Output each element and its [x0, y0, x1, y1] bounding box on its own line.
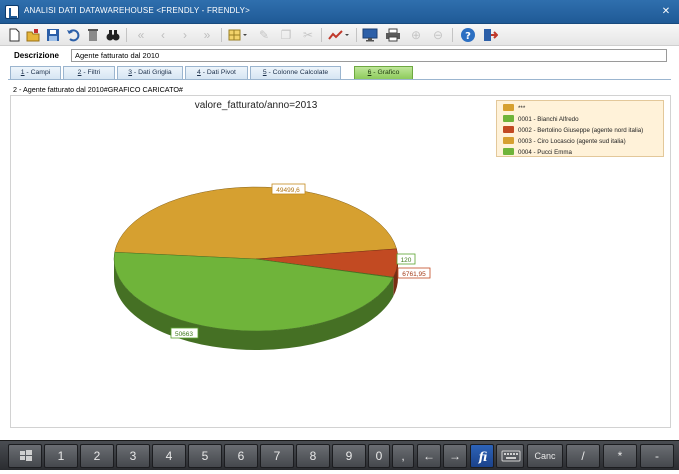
canc-key[interactable]: Canc [527, 444, 563, 468]
next-icon[interactable]: › [177, 27, 193, 43]
zoom-in-icon[interactable]: ⊕ [408, 27, 424, 43]
tab-label: - Colonne Calcolate [267, 69, 329, 76]
title-bar: ANALISI DATI DATAWAREHOUSE <FRENDLY - FR… [0, 0, 679, 24]
arrow-left-key[interactable]: ← [417, 444, 441, 468]
tab-grafico[interactable]: 6 - Grafico [354, 66, 413, 79]
paste-icon[interactable]: ✂ [300, 27, 316, 43]
copy-icon[interactable]: ❐ [278, 27, 294, 43]
legend-item: 0002 - Bertolino Giuseppe (agente nord i… [503, 126, 643, 135]
tab-dati-pivot[interactable]: 4 - Dati Pivot [185, 66, 248, 79]
key-8[interactable]: 8 [296, 444, 330, 468]
key-9[interactable]: 9 [332, 444, 366, 468]
key-multiply[interactable]: * [603, 444, 637, 468]
tab-filtri[interactable]: 2 - Filtri [63, 66, 115, 79]
status-text: 2 - Agente fatturato dal 2010#GRAFICO CA… [13, 85, 183, 94]
tab-label: - Filtri [81, 69, 100, 76]
description-label: Descrizione [14, 51, 59, 60]
toolbar-separator [356, 28, 357, 42]
svg-text:?: ? [465, 31, 471, 42]
data-label-text: 49499,6 [276, 187, 300, 194]
data-label-50663: 50663 [171, 328, 198, 338]
legend-label: 0004 - Pucci Emma [518, 149, 572, 156]
legend-swatch [503, 126, 514, 133]
arrow-right-key[interactable]: → [443, 444, 467, 468]
print-icon[interactable] [385, 27, 401, 43]
app-logo-key[interactable]: fi [470, 444, 494, 468]
data-label-49499: 49499,6 [272, 184, 305, 194]
key-5[interactable]: 5 [188, 444, 222, 468]
monitor-icon[interactable] [362, 27, 378, 43]
tab-dati-griglia[interactable]: 3 - Dati Griglia [117, 66, 183, 79]
save-icon[interactable] [45, 27, 61, 43]
toolbar-separator [221, 28, 222, 42]
tab-campi[interactable]: 1 - Campi [10, 66, 61, 79]
tab-label: - Dati Pivot [201, 69, 236, 76]
toolbar: « ‹ › » ✎ ❐ ✂ ⊕ ⊖ ? [0, 24, 679, 46]
toolbar-separator [321, 28, 322, 42]
grid-dropdown-icon[interactable] [227, 27, 249, 43]
last-icon[interactable]: » [199, 27, 215, 43]
windows-key[interactable] [8, 444, 42, 468]
first-icon[interactable]: « [133, 27, 149, 43]
tab-label: - Dati Griglia [132, 69, 172, 76]
undo-icon[interactable] [65, 27, 81, 43]
keypad-bar: 1 2 3 4 5 6 7 8 9 0 , ← → fi Canc / * - [0, 440, 679, 470]
delete-icon[interactable] [85, 27, 101, 43]
tab-label: - Campi [25, 69, 51, 76]
toolbar-separator [452, 28, 453, 42]
pie-slice [115, 187, 397, 259]
tab-divider [8, 79, 671, 80]
legend-label: 0001 - Bianchi Alfredo [518, 116, 579, 123]
legend-swatch [503, 148, 514, 155]
previous-icon[interactable]: ‹ [155, 27, 171, 43]
key-4[interactable]: 4 [152, 444, 186, 468]
keyboard-icon[interactable] [496, 444, 524, 468]
legend-item: *** [503, 104, 525, 113]
legend-label: *** [518, 105, 525, 112]
legend-swatch [503, 104, 514, 111]
key-7[interactable]: 7 [260, 444, 294, 468]
key-0[interactable]: 0 [368, 444, 390, 468]
key-minus[interactable]: - [640, 444, 674, 468]
chart-title: valore_fatturato/anno=2013 [195, 100, 318, 111]
legend-swatch [503, 137, 514, 144]
legend-label: 0002 - Bertolino Giuseppe (agente nord i… [518, 127, 643, 134]
data-label-text: 6761,95 [402, 271, 426, 278]
chart-dropdown-icon[interactable] [327, 27, 351, 43]
pie-slices [114, 187, 398, 350]
key-2[interactable]: 2 [80, 444, 114, 468]
legend-item: 0001 - Bianchi Alfredo [503, 115, 579, 124]
new-icon[interactable] [6, 27, 22, 43]
legend-label: 0003 - Ciro Locascio (agente sud italia) [518, 138, 626, 145]
key-divide[interactable]: / [566, 444, 600, 468]
tab-colonne-calcolate[interactable]: 5 - Colonne Calcolate [250, 66, 341, 79]
app-icon [5, 5, 19, 19]
window-title: ANALISI DATI DATAWAREHOUSE <FRENDLY - FR… [24, 6, 250, 15]
zoom-out-icon[interactable]: ⊖ [430, 27, 446, 43]
data-label-text: 50663 [175, 331, 193, 338]
application-window: ANALISI DATI DATAWAREHOUSE <FRENDLY - FR… [0, 0, 679, 470]
close-icon[interactable]: ✕ [659, 5, 673, 19]
legend-item: 0004 - Pucci Emma [503, 148, 572, 157]
description-field[interactable]: Agente fatturato dal 2010 [71, 49, 667, 62]
binoculars-icon[interactable] [105, 27, 121, 43]
legend-item: 0003 - Ciro Locascio (agente sud italia) [503, 137, 626, 146]
data-label-6761: 6761,95 [398, 268, 430, 278]
key-3[interactable]: 3 [116, 444, 150, 468]
edit-icon[interactable]: ✎ [256, 27, 272, 43]
chart-legend: *** 0001 - Bianchi Alfredo 0002 - Bertol… [496, 100, 664, 157]
legend-swatch [503, 115, 514, 122]
svg-text:fi: fi [478, 450, 488, 464]
key-1[interactable]: 1 [44, 444, 78, 468]
open-folder-icon[interactable] [25, 27, 41, 43]
tab-label: - Grafico [371, 69, 399, 76]
key-comma[interactable]: , [392, 444, 414, 468]
exit-icon[interactable] [482, 27, 498, 43]
toolbar-separator [126, 28, 127, 42]
key-6[interactable]: 6 [224, 444, 258, 468]
help-icon[interactable]: ? [460, 27, 476, 43]
data-label-text: 120 [401, 257, 412, 264]
data-label-120: 120 [397, 254, 415, 264]
